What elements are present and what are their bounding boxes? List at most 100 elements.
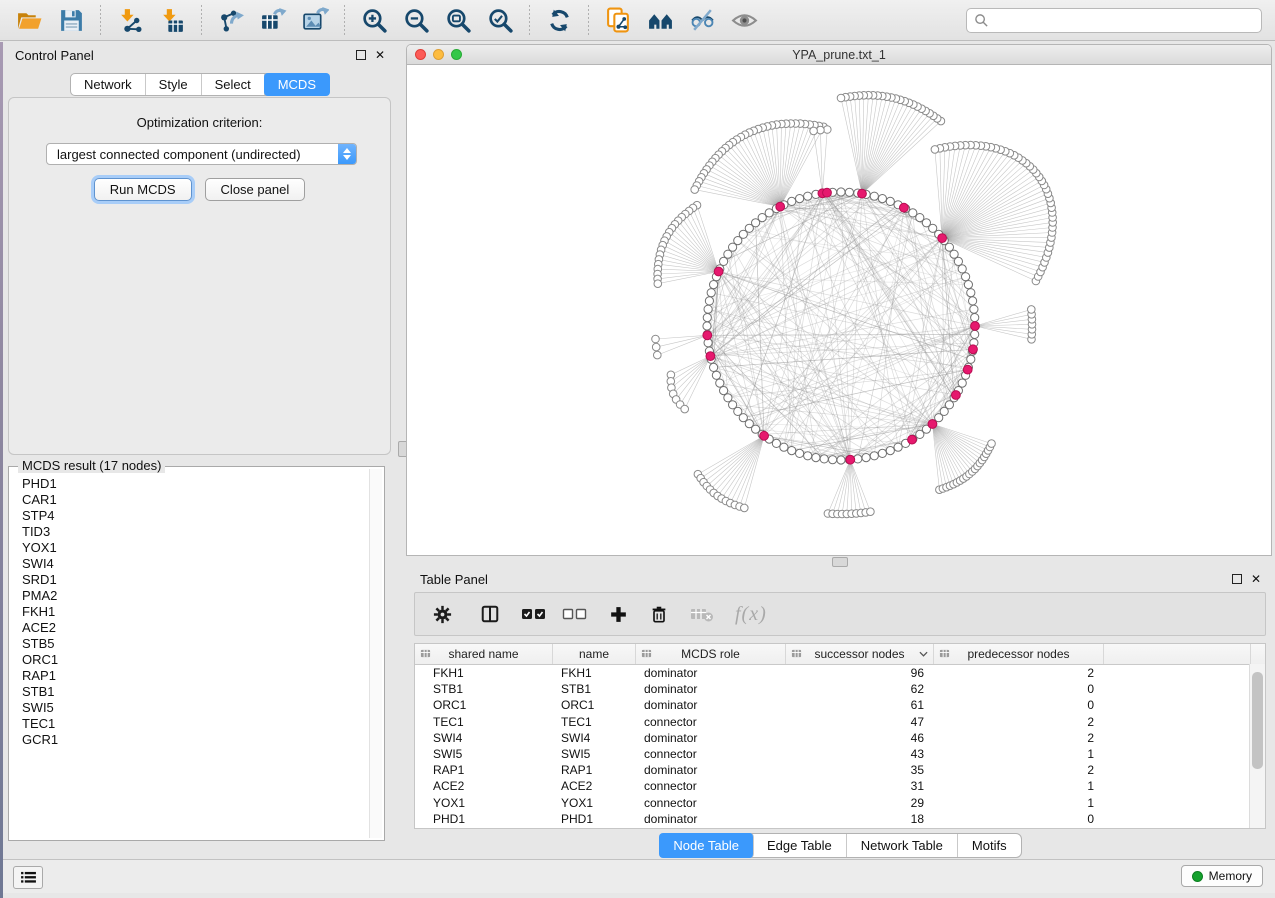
table-row[interactable]: SWI4SWI4dominator462 (415, 730, 1265, 746)
zoom-selected-icon[interactable] (484, 4, 516, 36)
mcds-result-item[interactable]: GCR1 (22, 732, 368, 748)
tab-edge-table[interactable]: Edge Table (753, 834, 847, 857)
import-network-icon[interactable] (114, 4, 146, 36)
search-input[interactable] (989, 8, 1261, 33)
close-window-icon[interactable] (415, 49, 426, 60)
tab-style[interactable]: Style (146, 74, 202, 95)
mcds-result-item[interactable]: SRD1 (22, 572, 368, 588)
save-session-icon[interactable] (55, 4, 87, 36)
criterion-dropdown[interactable]: largest connected component (undirected) (46, 143, 357, 165)
close-panel-icon[interactable]: ✕ (375, 49, 385, 61)
mcds-result-item[interactable]: TEC1 (22, 716, 368, 732)
mcds-list-scrollbar[interactable] (369, 469, 382, 838)
table-row[interactable]: ACE2ACE2connector311 (415, 778, 1265, 794)
mcds-result-item[interactable]: PHD1 (22, 476, 368, 492)
mcds-result-item[interactable]: PMA2 (22, 588, 368, 604)
mcds-result-item[interactable]: ACE2 (22, 620, 368, 636)
float-panel-icon[interactable] (356, 50, 366, 60)
table-cell: PHD1 (553, 812, 636, 826)
export-network-icon[interactable] (215, 4, 247, 36)
binoculars-icon[interactable] (644, 4, 676, 36)
table-cell: ACE2 (415, 779, 553, 793)
table-mode-gear-icon[interactable] (432, 604, 453, 625)
close-table-panel-icon[interactable]: ✕ (1251, 573, 1261, 585)
hide-glasses-icon[interactable] (686, 4, 718, 36)
export-table-icon[interactable] (257, 4, 289, 36)
search-box[interactable] (966, 8, 1262, 33)
select-all-icon[interactable] (521, 605, 547, 623)
network-window-titlebar[interactable]: YPA_prune.txt_1 (407, 45, 1271, 65)
zoom-out-icon[interactable] (400, 4, 432, 36)
table-cell: dominator (636, 763, 786, 777)
refresh-layout-icon[interactable] (543, 4, 575, 36)
mcds-result-item[interactable]: YOX1 (22, 540, 368, 556)
maximize-window-icon[interactable] (451, 49, 462, 60)
table-row[interactable]: ORC1ORC1dominator610 (415, 697, 1265, 713)
network-view-window: YPA_prune.txt_1 (406, 44, 1272, 556)
mcds-result-item[interactable]: TID3 (22, 524, 368, 540)
zoom-fit-icon[interactable] (442, 4, 474, 36)
mcds-result-item[interactable]: SWI5 (22, 700, 368, 716)
table-cell: PHD1 (415, 812, 553, 826)
column-header-MCDS-role[interactable]: MCDS role (636, 644, 786, 664)
mcds-result-item[interactable]: CAR1 (22, 492, 368, 508)
table-cell: STB1 (415, 682, 553, 696)
tab-motifs[interactable]: Motifs (958, 834, 1021, 857)
node-table-header[interactable]: shared namenameMCDS rolesuccessor nodesp… (415, 644, 1265, 665)
table-cell: 2 (934, 731, 1104, 745)
table-cell: YOX1 (415, 796, 553, 810)
table-row[interactable]: PHD1PHD1dominator180 (415, 811, 1265, 827)
mcds-tab-content: Optimization criterion: largest connecte… (8, 97, 391, 455)
table-row[interactable]: SWI5SWI5connector431 (415, 746, 1265, 762)
minimize-window-icon[interactable] (433, 49, 444, 60)
cytoscape-window: Control Panel ✕ NetworkStyleSelectMCDS O… (0, 0, 1275, 898)
mcds-result-item[interactable]: STP4 (22, 508, 368, 524)
run-mcds-button[interactable]: Run MCDS (94, 178, 192, 201)
open-session-icon[interactable] (13, 4, 45, 36)
mcds-result-item[interactable]: RAP1 (22, 668, 368, 684)
zoom-in-icon[interactable] (358, 4, 390, 36)
column-header-predecessor-nodes[interactable]: predecessor nodes (934, 644, 1104, 664)
mcds-result-list[interactable]: PHD1CAR1STP4TID3YOX1SWI4SRD1PMA2FKH1ACE2… (9, 476, 368, 838)
table-scrollbar[interactable] (1249, 664, 1265, 828)
column-header-shared-name[interactable]: shared name (415, 644, 553, 664)
tab-network[interactable]: Network (71, 74, 146, 95)
table-row[interactable]: STB1STB1dominator620 (415, 681, 1265, 697)
dropdown-stepper-icon (338, 144, 356, 164)
tab-node-table[interactable]: Node Table (659, 833, 754, 858)
add-column-icon[interactable] (609, 605, 628, 624)
delete-column-icon[interactable] (649, 604, 669, 624)
export-image-icon[interactable] (299, 4, 331, 36)
tab-mcds[interactable]: MCDS (264, 73, 330, 96)
tab-network-table[interactable]: Network Table (847, 834, 958, 857)
table-row[interactable]: FKH1FKH1dominator962 (415, 665, 1265, 681)
mcds-result-item[interactable]: SWI4 (22, 556, 368, 572)
mcds-result-item[interactable]: STB5 (22, 636, 368, 652)
desktop-wallpaper-strip (0, 893, 1275, 898)
clone-network-icon[interactable] (602, 4, 634, 36)
table-cell: SWI4 (415, 731, 553, 745)
column-header-name[interactable]: name (553, 644, 636, 664)
task-history-button[interactable] (13, 866, 43, 889)
close-panel-button[interactable]: Close panel (205, 178, 306, 201)
table-cell: 2 (934, 666, 1104, 680)
table-cell: 1 (934, 796, 1104, 810)
mcds-result-item[interactable]: FKH1 (22, 604, 368, 620)
show-columns-icon[interactable] (480, 604, 500, 624)
memory-button[interactable]: Memory (1181, 865, 1263, 887)
mcds-result-item[interactable]: STB1 (22, 684, 368, 700)
float-table-panel-icon[interactable] (1232, 574, 1242, 584)
table-cell: 62 (786, 682, 934, 696)
import-table-icon[interactable] (156, 4, 188, 36)
search-icon (974, 13, 989, 28)
table-scrollbar-thumb[interactable] (1252, 672, 1263, 769)
column-header-successor-nodes[interactable]: successor nodes (786, 644, 934, 664)
tab-select[interactable]: Select (202, 74, 265, 95)
mcds-result-item[interactable]: ORC1 (22, 652, 368, 668)
table-row[interactable]: TEC1TEC1connector472 (415, 714, 1265, 730)
table-row[interactable]: RAP1RAP1dominator352 (415, 762, 1265, 778)
table-row[interactable]: YOX1YOX1connector291 (415, 795, 1265, 811)
network-graph-canvas[interactable] (407, 65, 1271, 556)
deselect-all-icon[interactable] (562, 605, 588, 623)
show-eye-icon[interactable] (728, 4, 760, 36)
